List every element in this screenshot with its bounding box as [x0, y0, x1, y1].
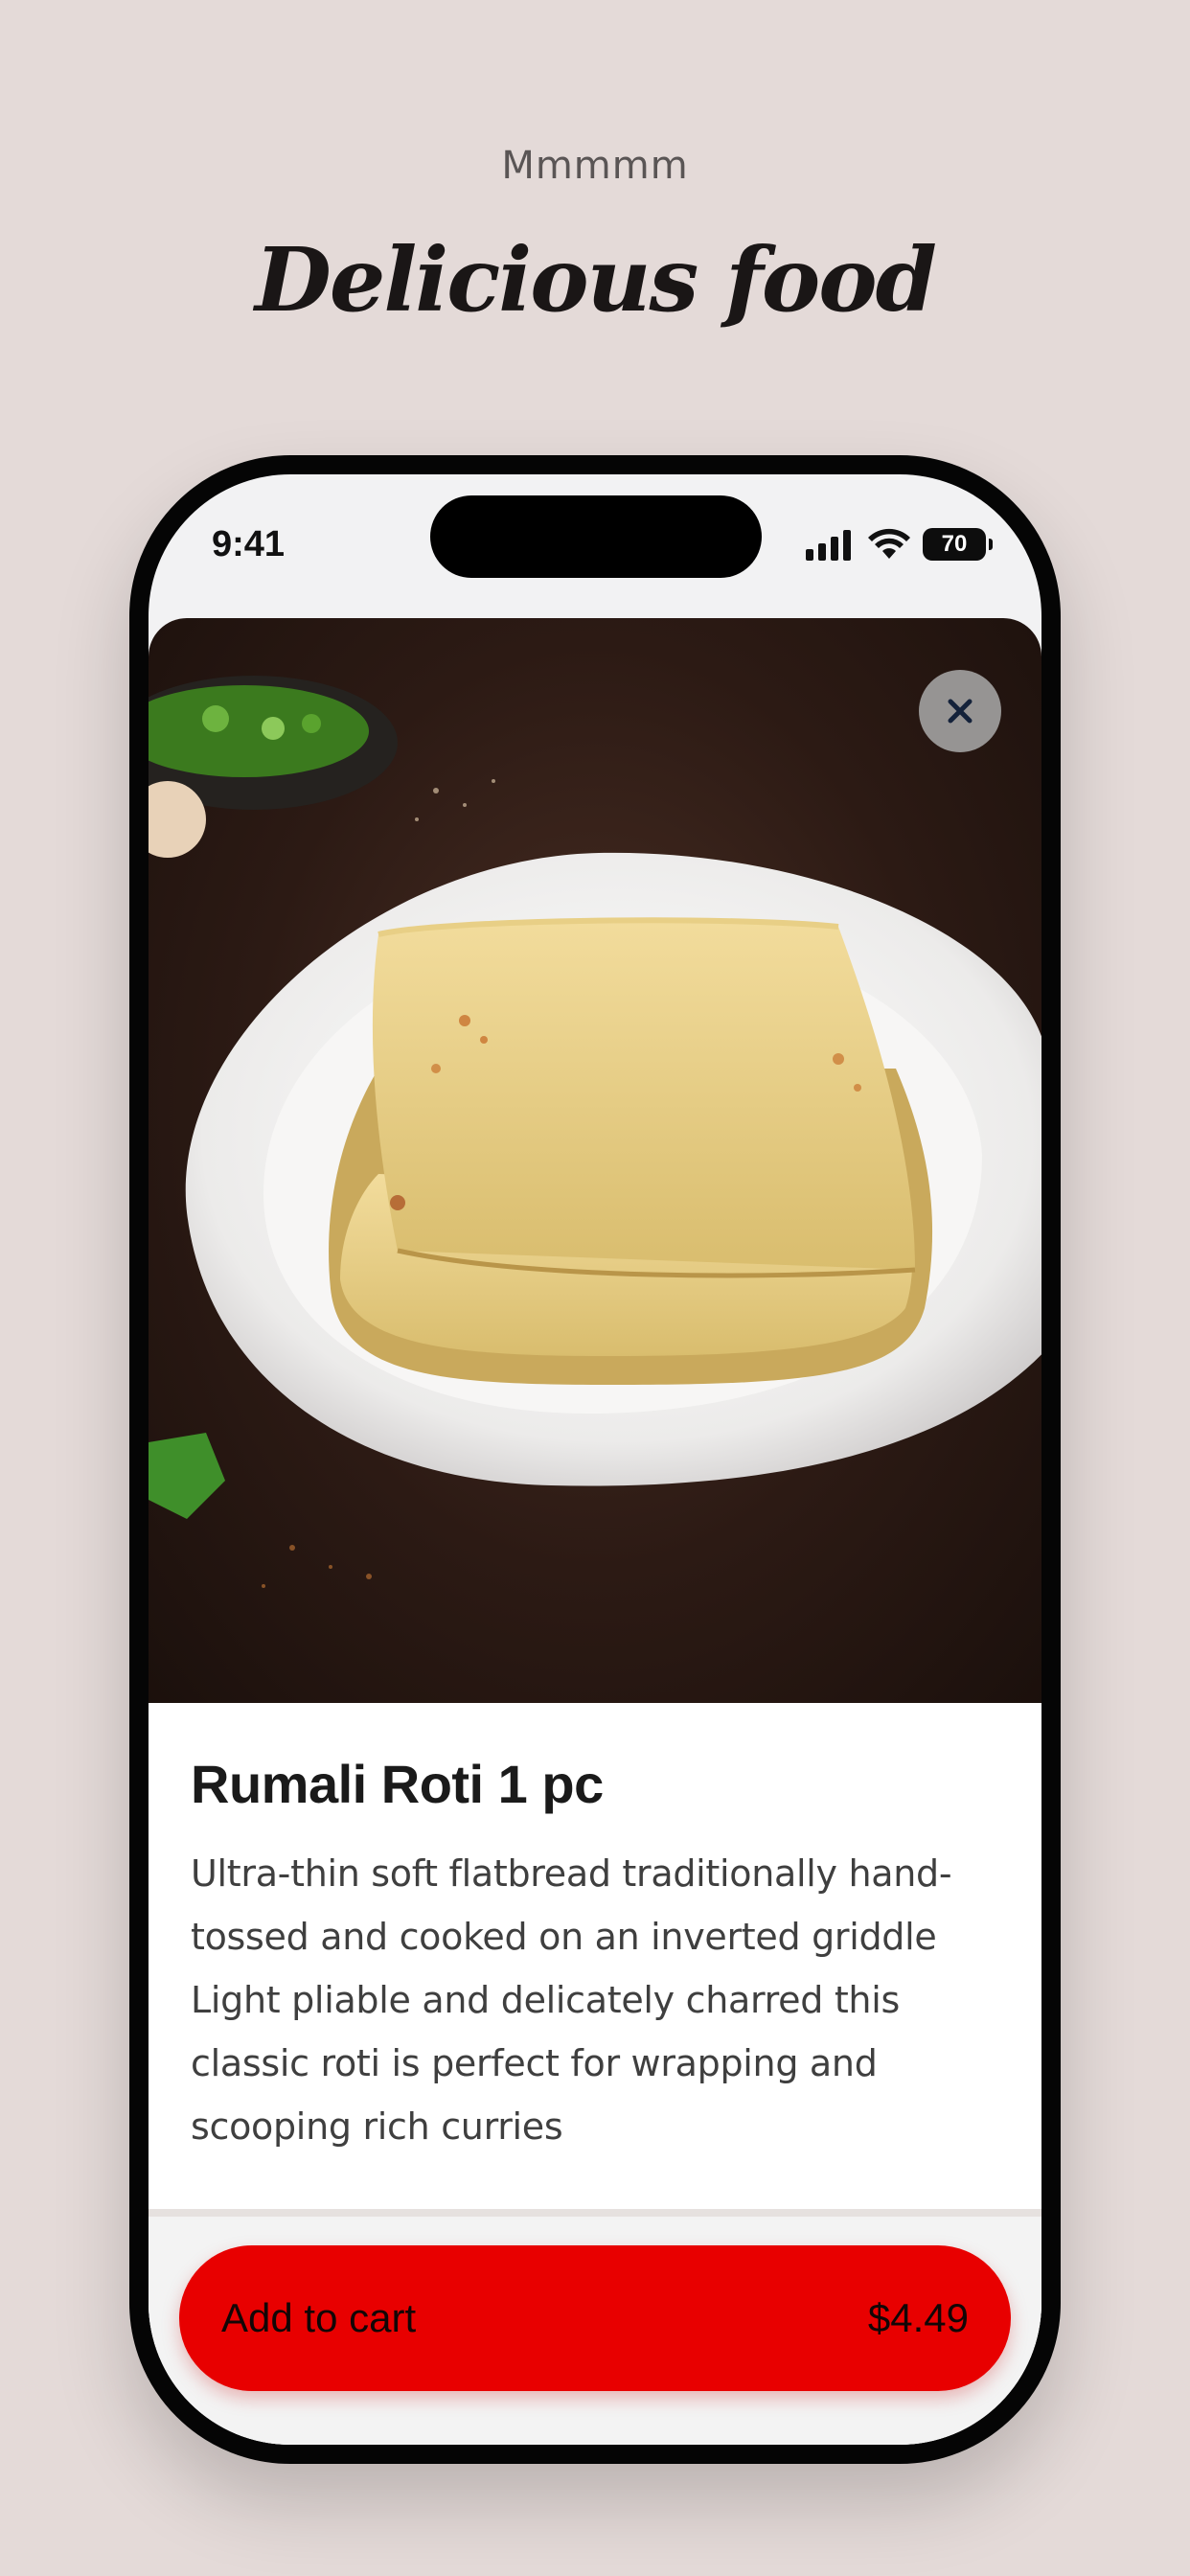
- cellular-signal-icon: [806, 530, 851, 561]
- status-bar: 9:41 70: [149, 474, 1041, 618]
- roti-illustration: [149, 676, 1041, 1588]
- dynamic-island: [430, 495, 762, 578]
- battery-icon: 70: [923, 528, 993, 561]
- cart-bar: Add to cart $4.49: [149, 2217, 1041, 2445]
- product-sheet: Rumali Roti 1 pc Ultra-thin soft flatbre…: [149, 618, 1041, 2445]
- product-details: Rumali Roti 1 pc Ultra-thin soft flatbre…: [149, 1703, 1041, 2196]
- page-tagline: Mmmmm: [501, 144, 689, 188]
- add-to-cart-button[interactable]: Add to cart $4.49: [179, 2245, 1011, 2391]
- product-description: Ultra-thin soft flatbread traditionally …: [191, 1852, 952, 2148]
- page-title: Delicious food: [255, 228, 937, 332]
- status-time: 9:41: [212, 524, 286, 564]
- close-icon: [948, 699, 973, 724]
- wifi-icon: [868, 528, 910, 559]
- price-label: $4.49: [867, 2295, 969, 2340]
- close-button[interactable]: [919, 670, 1001, 752]
- product-image: [149, 618, 1041, 1703]
- product-title: Rumali Roti 1 pc: [191, 1754, 604, 1814]
- phone-mockup: 9:41 70 Rumali Roti 1 pc Ultra-thin soft…: [129, 455, 1061, 2464]
- add-to-cart-label: Add to cart: [221, 2295, 417, 2340]
- divider: [149, 2209, 1041, 2217]
- status-icons: 70: [806, 528, 993, 561]
